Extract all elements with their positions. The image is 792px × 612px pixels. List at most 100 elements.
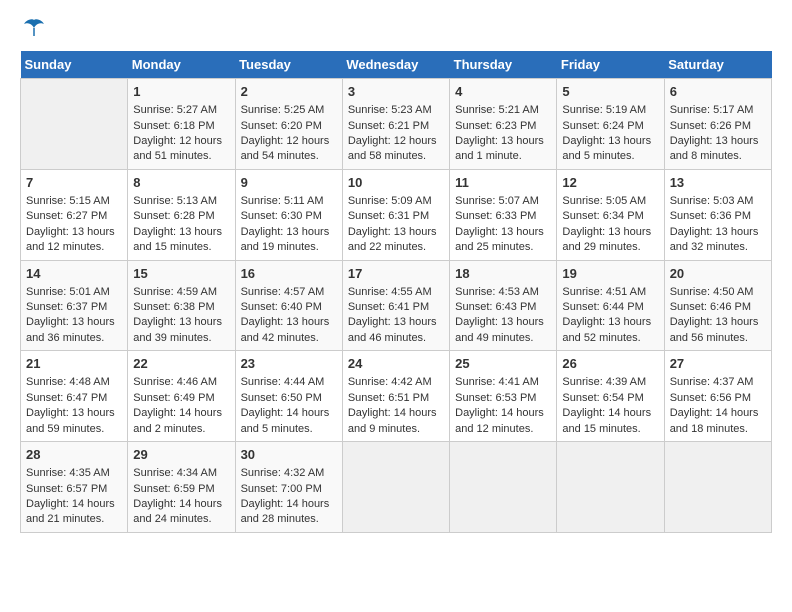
calendar-cell: 1Sunrise: 5:27 AMSunset: 6:18 PMDaylight… [128,79,235,170]
day-info: Sunrise: 4:41 AMSunset: 6:53 PMDaylight:… [455,376,544,434]
calendar-cell: 15 Sunrise: 4:59 AMSunset: 6:38 PMDayligh… [128,260,235,351]
day-number: 20 [670,265,766,283]
day-info: Sunrise: 5:15 AMSunset: 6:27 PMDaylight:… [26,195,115,253]
day-number: 17 [348,265,444,283]
day-info: Sunrise: 4:46 AMSunset: 6:49 PMDaylight:… [133,376,222,434]
day-info: Sunrise: 5:19 AMSunset: 6:24 PMDaylight:… [562,104,651,162]
weekday-header-wednesday: Wednesday [342,51,449,79]
calendar-cell [450,442,557,533]
day-info: Sunrise: 5:05 AMSunset: 6:34 PMDaylight:… [562,195,651,253]
day-info: Sunrise: 4:42 AMSunset: 6:51 PMDaylight:… [348,376,437,434]
day-info: Sunrise: 4:59 AMSunset: 6:38 PMDaylight:… [133,286,222,344]
day-number: 28 [26,446,122,464]
day-number: 8 [133,174,229,192]
day-number: 5 [562,83,658,101]
calendar-cell: 6 Sunrise: 5:17 AMSunset: 6:26 PMDaylight… [664,79,771,170]
calendar-cell: 16Sunrise: 4:57 AMSunset: 6:40 PMDayligh… [235,260,342,351]
calendar-cell: 24 Sunrise: 4:42 AMSunset: 6:51 PMDayligh… [342,351,449,442]
day-info: Sunrise: 5:21 AMSunset: 6:23 PMDaylight:… [455,104,544,162]
calendar-cell: 2 Sunrise: 5:25 AMSunset: 6:20 PMDaylight… [235,79,342,170]
day-number: 2 [241,83,337,101]
day-info: Sunrise: 4:35 AMSunset: 6:57 PMDaylight:… [26,467,115,525]
day-info: Sunrise: 4:51 AMSunset: 6:44 PMDaylight:… [562,286,651,344]
calendar-cell: 20 Sunrise: 4:50 AMSunset: 6:46 PMDayligh… [664,260,771,351]
weekday-header-tuesday: Tuesday [235,51,342,79]
calendar-cell: 19 Sunrise: 4:51 AMSunset: 6:44 PMDayligh… [557,260,664,351]
calendar-cell: 18 Sunrise: 4:53 AMSunset: 6:43 PMDayligh… [450,260,557,351]
day-info: Sunrise: 4:32 AMSunset: 7:00 PMDaylight:… [241,467,330,525]
page-header [20,20,772,45]
calendar-cell [664,442,771,533]
calendar-cell: 23 Sunrise: 4:44 AMSunset: 6:50 PMDayligh… [235,351,342,442]
calendar-cell: 21 Sunrise: 4:48 AMSunset: 6:47 PMDayligh… [21,351,128,442]
weekday-header-thursday: Thursday [450,51,557,79]
day-number: 29 [133,446,229,464]
calendar-cell: 14 Sunrise: 5:01 AMSunset: 6:37 PMDayligh… [21,260,128,351]
weekday-header-monday: Monday [128,51,235,79]
day-info: Sunrise: 4:37 AMSunset: 6:56 PMDaylight:… [670,376,759,434]
weekday-header-friday: Friday [557,51,664,79]
day-info: Sunrise: 4:39 AMSunset: 6:54 PMDaylight:… [562,376,651,434]
weekday-header-saturday: Saturday [664,51,771,79]
day-number: 1 [133,83,229,101]
calendar-cell: 25 Sunrise: 4:41 AMSunset: 6:53 PMDayligh… [450,351,557,442]
day-number: 27 [670,355,766,373]
weekday-header-sunday: Sunday [21,51,128,79]
calendar-cell: 5 Sunrise: 5:19 AMSunset: 6:24 PMDaylight… [557,79,664,170]
day-number: 4 [455,83,551,101]
day-number: 14 [26,265,122,283]
calendar-cell: 10 Sunrise: 5:09 AMSunset: 6:31 PMDayligh… [342,169,449,260]
day-info: Sunrise: 5:01 AMSunset: 6:37 PMDaylight:… [26,286,115,344]
calendar-cell: 13 Sunrise: 5:03 AMSunset: 6:36 PMDayligh… [664,169,771,260]
calendar-cell: 12 Sunrise: 5:05 AMSunset: 6:34 PMDayligh… [557,169,664,260]
day-number: 7 [26,174,122,192]
calendar-cell: 3 Sunrise: 5:23 AMSunset: 6:21 PMDaylight… [342,79,449,170]
day-info: Sunrise: 5:17 AMSunset: 6:26 PMDaylight:… [670,104,759,162]
day-number: 30 [241,446,337,464]
day-info: Sunrise: 5:09 AMSunset: 6:31 PMDaylight:… [348,195,437,253]
day-info: Sunrise: 5:11 AMSunset: 6:30 PMDaylight:… [241,195,330,253]
calendar-cell: 28 Sunrise: 4:35 AMSunset: 6:57 PMDayligh… [21,442,128,533]
day-number: 9 [241,174,337,192]
day-info: Sunrise: 4:53 AMSunset: 6:43 PMDaylight:… [455,286,544,344]
day-number: 18 [455,265,551,283]
calendar-cell: 29 Sunrise: 4:34 AMSunset: 6:59 PMDayligh… [128,442,235,533]
calendar-cell: 4 Sunrise: 5:21 AMSunset: 6:23 PMDaylight… [450,79,557,170]
day-number: 22 [133,355,229,373]
day-info: Sunrise: 4:48 AMSunset: 6:47 PMDaylight:… [26,376,115,434]
day-info: Sunrise: 4:55 AMSunset: 6:41 PMDaylight:… [348,286,437,344]
logo [20,20,46,45]
calendar-cell: 11 Sunrise: 5:07 AMSunset: 6:33 PMDayligh… [450,169,557,260]
day-info: Sunrise: 4:34 AMSunset: 6:59 PMDaylight:… [133,467,222,525]
day-number: 25 [455,355,551,373]
calendar-table: SundayMondayTuesdayWednesdayThursdayFrid… [20,51,772,533]
day-number: 21 [26,355,122,373]
day-info: Sunrise: 5:23 AMSunset: 6:21 PMDaylight:… [348,104,437,162]
calendar-cell: 22 Sunrise: 4:46 AMSunset: 6:49 PMDayligh… [128,351,235,442]
day-number: 11 [455,174,551,192]
calendar-cell: 27 Sunrise: 4:37 AMSunset: 6:56 PMDayligh… [664,351,771,442]
day-info: Sunrise: 4:57 AMSunset: 6:40 PMDaylight:… [241,286,330,344]
day-number: 13 [670,174,766,192]
calendar-cell: 7 Sunrise: 5:15 AMSunset: 6:27 PMDaylight… [21,169,128,260]
day-number: 3 [348,83,444,101]
day-number: 6 [670,83,766,101]
day-info: Sunrise: 4:50 AMSunset: 6:46 PMDaylight:… [670,286,759,344]
calendar-cell [21,79,128,170]
day-info: Sunrise: 4:44 AMSunset: 6:50 PMDaylight:… [241,376,330,434]
day-info: Sunrise: 5:07 AMSunset: 6:33 PMDaylight:… [455,195,544,253]
day-number: 24 [348,355,444,373]
day-info: Sunrise: 5:13 AMSunset: 6:28 PMDaylight:… [133,195,222,253]
day-info: Sunrise: 5:03 AMSunset: 6:36 PMDaylight:… [670,195,759,253]
day-number: 23 [241,355,337,373]
day-number: 12 [562,174,658,192]
day-number: 15 [133,265,229,283]
day-number: 10 [348,174,444,192]
calendar-cell: 8 Sunrise: 5:13 AMSunset: 6:28 PMDaylight… [128,169,235,260]
calendar-cell [557,442,664,533]
calendar-cell: 17 Sunrise: 4:55 AMSunset: 6:41 PMDayligh… [342,260,449,351]
calendar-cell: 9 Sunrise: 5:11 AMSunset: 6:30 PMDaylight… [235,169,342,260]
day-info: Sunrise: 5:25 AMSunset: 6:20 PMDaylight:… [241,104,330,162]
calendar-cell: 26Sunrise: 4:39 AMSunset: 6:54 PMDayligh… [557,351,664,442]
day-number: 19 [562,265,658,283]
